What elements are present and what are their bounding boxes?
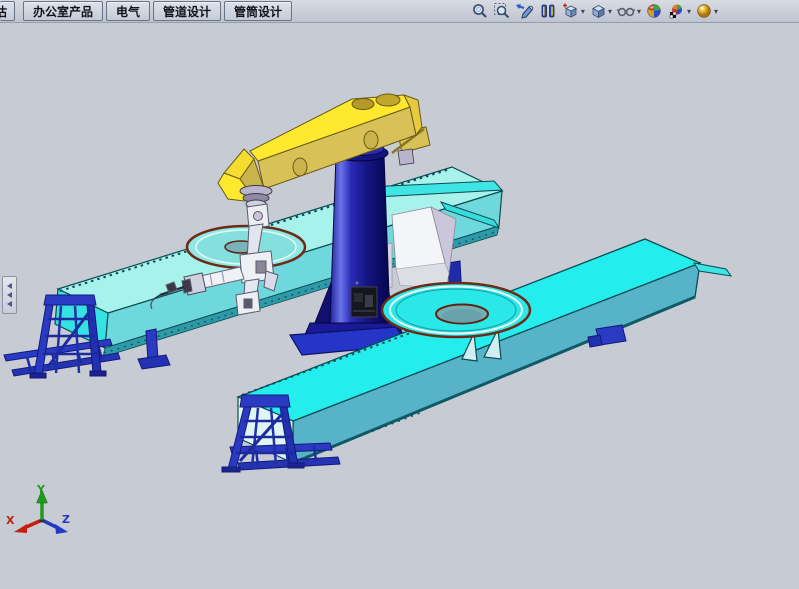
section-view-icon[interactable] [538, 1, 558, 21]
collapse-arrow-icon [7, 283, 12, 289]
control-box[interactable] [351, 282, 377, 318]
axis-label-y: Y [36, 483, 46, 496]
collapse-arrow-icon [7, 301, 12, 307]
display-style-icon[interactable] [588, 1, 613, 21]
previous-view-icon[interactable] [514, 1, 536, 21]
tab-gap [16, 0, 21, 22]
tab-office-products[interactable]: 办公室产品 [23, 1, 103, 21]
collapse-arrow-icon [7, 292, 12, 298]
zoom-to-area-icon[interactable] [492, 1, 512, 21]
reference-triad: Y X Z [6, 483, 70, 534]
heads-up-view-toolbar [470, 1, 719, 21]
graphics-viewport[interactable]: Y X Z [0, 23, 799, 589]
command-toolbar: 估 办公室产品 电气 管道设计 管筒设计 [0, 0, 799, 23]
zoom-to-fit-icon[interactable] [470, 1, 490, 21]
axis-label-x: X [6, 514, 15, 527]
axis-label-z: Z [62, 513, 70, 526]
tab-electrical[interactable]: 电气 [106, 1, 150, 21]
view-orientation-icon[interactable] [560, 1, 586, 21]
tab-evaluate-partial[interactable]: 估 [0, 1, 15, 21]
tab-piping-design[interactable]: 管道设计 [153, 1, 221, 21]
featuremanager-collapse-button[interactable] [2, 276, 17, 314]
turntable-ring-right[interactable] [382, 283, 530, 337]
tab-tubing-design[interactable]: 管筒设计 [224, 1, 292, 21]
view-settings-icon[interactable] [694, 1, 719, 21]
model-scene[interactable]: Y X Z [0, 23, 799, 589]
commandmanager-tabs: 估 办公室产品 电气 管道设计 管筒设计 [0, 0, 293, 22]
beam-strip[interactable] [694, 263, 731, 276]
edit-appearance-icon[interactable] [644, 1, 664, 21]
hide-show-items-icon[interactable] [615, 1, 642, 21]
apply-scene-icon[interactable] [666, 1, 692, 21]
